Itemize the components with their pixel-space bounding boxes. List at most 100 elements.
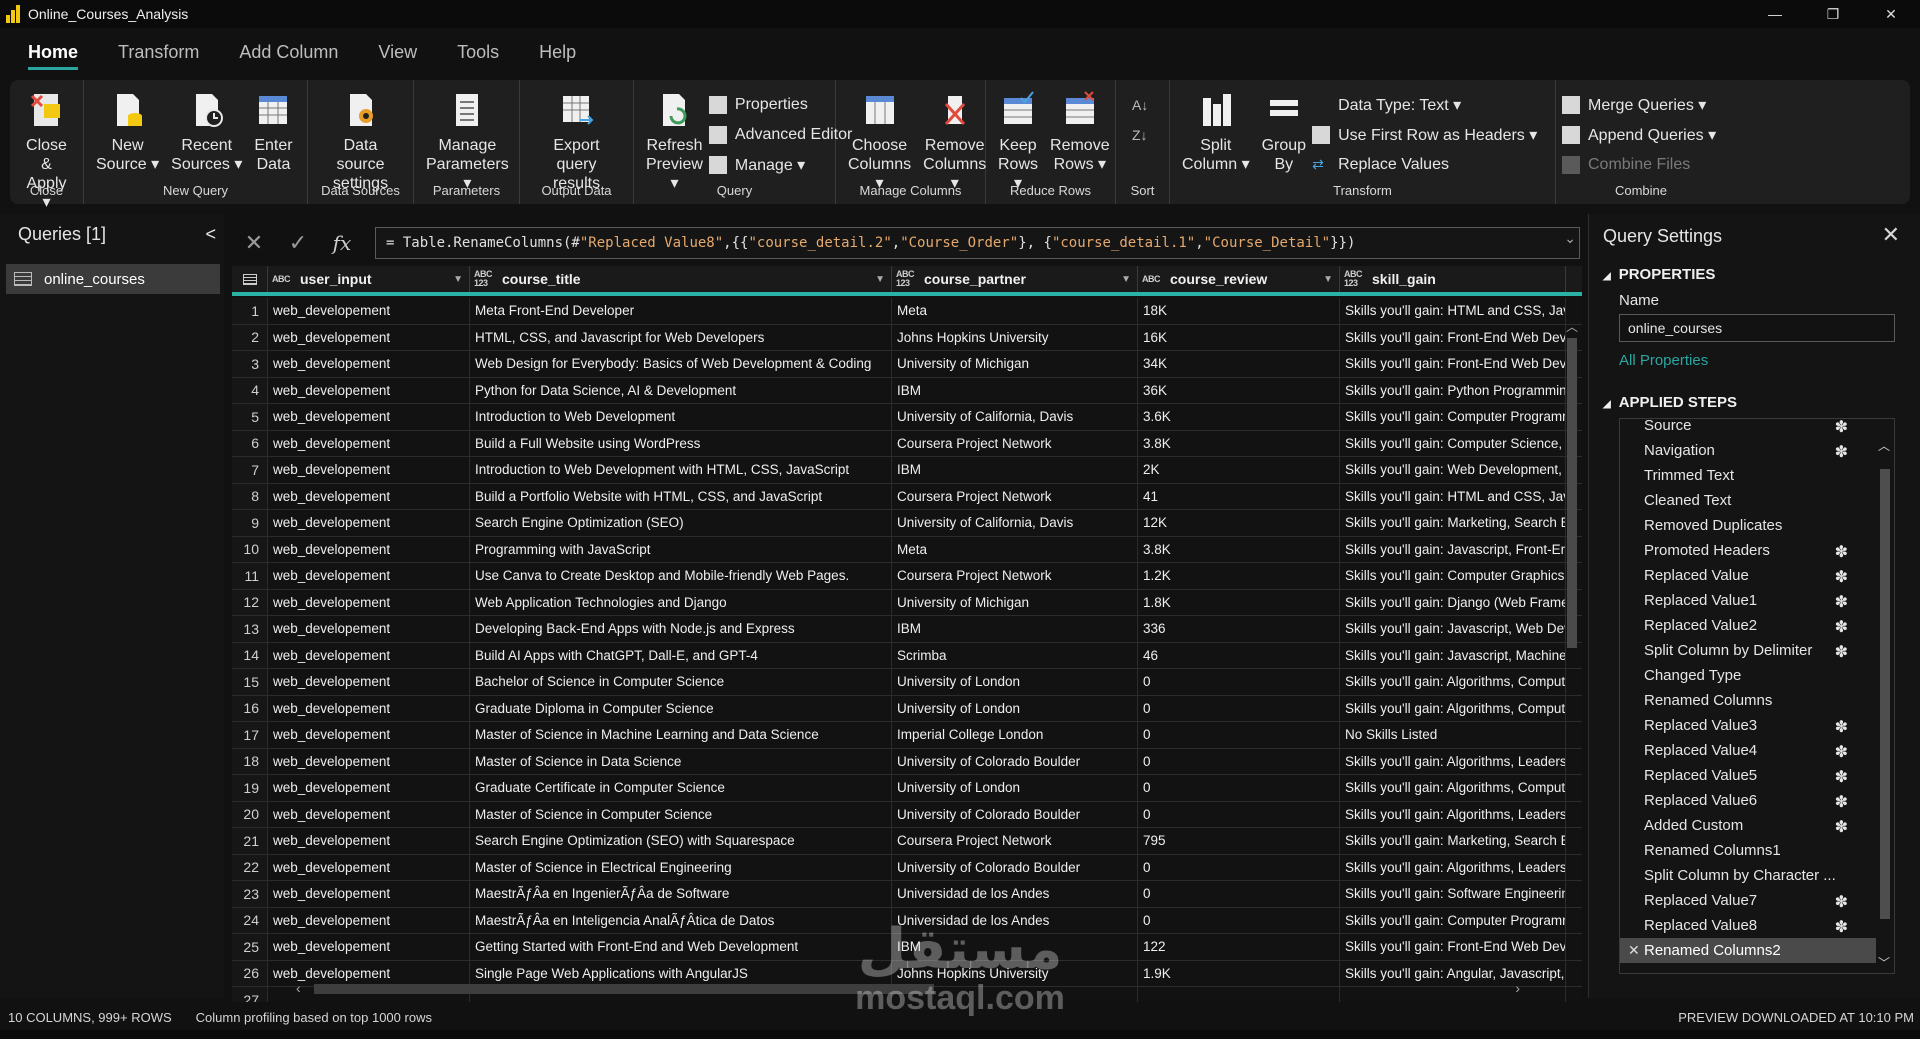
query-name-input[interactable] — [1619, 314, 1895, 342]
cell-skill-gain[interactable]: Skills you'll gain: Computer Science, Co — [1340, 430, 1566, 456]
scrollbar-thumb[interactable] — [1567, 338, 1577, 648]
cell-course-title[interactable]: Master of Science in Computer Science — [470, 801, 892, 827]
cell-course-title[interactable]: Programming with JavaScript — [470, 536, 892, 562]
applied-step[interactable]: Renamed Columns1 — [1620, 838, 1876, 863]
tab-view[interactable]: View — [364, 30, 431, 74]
applied-step[interactable]: Replaced Value7 ✽ — [1620, 888, 1876, 913]
tab-tools[interactable]: Tools — [443, 30, 513, 74]
step-settings-gear-icon[interactable]: ✽ — [1835, 642, 1848, 662]
column-profiling-status[interactable]: Column profiling based on top 1000 rows — [196, 1010, 432, 1025]
cell-course-partner[interactable]: Coursera Project Network — [892, 563, 1138, 589]
row-number[interactable]: 1 — [232, 298, 268, 324]
cell-user-input[interactable]: web_developement — [268, 695, 470, 721]
applied-step[interactable]: Replaced Value ✽ — [1620, 563, 1876, 588]
cell-user-input[interactable]: web_developement — [268, 589, 470, 615]
combine-files-button[interactable]: Combine Files — [1562, 152, 1716, 178]
cell-course-partner[interactable]: IBM — [892, 934, 1138, 960]
row-number[interactable]: 20 — [232, 801, 268, 827]
cell-course-title[interactable]: Graduate Certificate in Computer Science — [470, 775, 892, 801]
cell-course-partner[interactable]: IBM — [892, 457, 1138, 483]
cell-skill-gain[interactable]: Skills you'll gain: HTML and CSS, Javas — [1340, 298, 1566, 324]
merge-queries-button[interactable]: Merge Queries ▾ — [1562, 92, 1716, 118]
cell-skill-gain[interactable]: Skills you'll gain: Django (Web Framew — [1340, 589, 1566, 615]
row-number[interactable]: 4 — [232, 377, 268, 403]
step-settings-gear-icon[interactable]: ✽ — [1835, 892, 1848, 912]
cell-course-title[interactable]: Meta Front-End Developer — [470, 298, 892, 324]
applied-step[interactable]: Navigation ✽ — [1620, 438, 1876, 463]
cell-user-input[interactable]: web_developement — [268, 748, 470, 774]
cell-skill-gain[interactable]: Skills you'll gain: Algorithms, Comput — [1340, 669, 1566, 695]
applied-steps-heading[interactable]: ◢ APPLIED STEPS — [1603, 394, 1737, 411]
step-settings-gear-icon[interactable]: ✽ — [1835, 717, 1848, 737]
cell-skill-gain[interactable]: Skills you'll gain: Marketing, Search En — [1340, 510, 1566, 536]
cell-course-partner[interactable]: Imperial College London — [892, 722, 1138, 748]
cell-skill-gain[interactable]: Skills you'll gain: Algorithms, Leaders — [1340, 801, 1566, 827]
collapse-queries-button[interactable]: < — [205, 224, 216, 245]
cell-course-review[interactable]: 46 — [1138, 642, 1340, 668]
cell-course-review[interactable]: 0 — [1138, 881, 1340, 907]
cell-course-title[interactable]: HTML, CSS, and Javascript for Web Develo… — [470, 324, 892, 350]
cell-skill-gain[interactable]: Skills you'll gain: Javascript, Front-En… — [1340, 536, 1566, 562]
cell-course-title[interactable]: Getting Started with Front-End and Web D… — [470, 934, 892, 960]
text-type-icon[interactable]: ABC — [272, 274, 294, 284]
cell-course-title[interactable]: Python for Data Science, AI & Developmen… — [470, 377, 892, 403]
step-settings-gear-icon[interactable]: ✽ — [1835, 617, 1848, 637]
tab-add-column[interactable]: Add Column — [225, 30, 352, 74]
step-settings-gear-icon[interactable]: ✽ — [1835, 419, 1848, 437]
cell-skill-gain[interactable]: Skills you'll gain: Front-End Web Deve — [1340, 324, 1566, 350]
applied-step[interactable]: Replaced Value4 ✽ — [1620, 738, 1876, 763]
cell-skill-gain[interactable]: Skills you'll gain: Marketing, Search En — [1340, 828, 1566, 854]
any-type-icon[interactable]: ABC 123 — [474, 270, 496, 288]
applied-step[interactable]: Replaced Value3 ✽ — [1620, 713, 1876, 738]
restore-button[interactable]: ❐ — [1804, 0, 1862, 28]
column-header-skill-gain[interactable]: ABC 123 skill_gain — [1340, 266, 1566, 292]
column-header-course-title[interactable]: ABC 123 course_title ▼ — [470, 266, 892, 292]
data-type-dropdown[interactable]: Data Type: Text ▾ — [1312, 92, 1537, 118]
cell-user-input[interactable]: web_developement — [268, 510, 470, 536]
cell-course-review[interactable]: 0 — [1138, 854, 1340, 880]
cell-course-partner[interactable]: IBM — [892, 616, 1138, 642]
cell-user-input[interactable]: web_developement — [268, 669, 470, 695]
filter-dropdown-icon[interactable]: ▼ — [453, 274, 463, 285]
cell-course-review[interactable]: 3.6K — [1138, 404, 1340, 430]
cell-course-title[interactable]: Web Design for Everybody: Basics of Web … — [470, 351, 892, 377]
cell-course-review[interactable]: 0 — [1138, 748, 1340, 774]
cell-user-input[interactable]: web_developement — [268, 907, 470, 933]
scroll-left-arrow-icon[interactable]: ‹ — [296, 980, 301, 996]
cell-course-partner[interactable]: University of Colorado Boulder — [892, 854, 1138, 880]
row-number[interactable]: 16 — [232, 695, 268, 721]
cell-course-review[interactable]: 3.8K — [1138, 430, 1340, 456]
cell-skill-gain[interactable]: Skills you'll gain: Front-End Web Deve — [1340, 351, 1566, 377]
row-number[interactable]: 2 — [232, 324, 268, 350]
cell-course-partner[interactable]: Johns Hopkins University — [892, 324, 1138, 350]
applied-step[interactable]: Split Column by Delimiter ✽ — [1620, 638, 1876, 663]
applied-step[interactable]: Trimmed Text — [1620, 463, 1876, 488]
properties-button[interactable]: Properties — [708, 92, 852, 118]
column-header-course-partner[interactable]: ABC 123 course_partner ▼ — [892, 266, 1138, 292]
cell-skill-gain[interactable]: Skills you'll gain: Software Engineerin — [1340, 881, 1566, 907]
filter-dropdown-icon[interactable]: ▼ — [1323, 274, 1333, 285]
tab-help[interactable]: Help — [525, 30, 590, 74]
cell-skill-gain[interactable]: Skills you'll gain: Computer Programm — [1340, 907, 1566, 933]
row-number[interactable]: 10 — [232, 536, 268, 562]
applied-step[interactable]: Replaced Value2 ✽ — [1620, 613, 1876, 638]
sort-ascending-button[interactable]: A↓ — [1132, 92, 1148, 118]
cell-user-input[interactable]: web_developement — [268, 563, 470, 589]
step-settings-gear-icon[interactable]: ✽ — [1835, 767, 1848, 787]
applied-step[interactable]: Replaced Value5 ✽ — [1620, 763, 1876, 788]
cell-course-partner[interactable]: IBM — [892, 377, 1138, 403]
row-number[interactable]: 12 — [232, 589, 268, 615]
insert-function-button[interactable]: fx — [320, 224, 364, 262]
scroll-down-arrow-icon[interactable]: ﹀ — [1878, 954, 1890, 971]
step-settings-gear-icon[interactable]: ✽ — [1835, 742, 1848, 762]
scroll-right-arrow-icon[interactable]: › — [1515, 980, 1520, 996]
scrollbar-thumb[interactable] — [1880, 469, 1890, 919]
tab-transform[interactable]: Transform — [104, 30, 213, 74]
cell-course-review[interactable]: 41 — [1138, 483, 1340, 509]
row-number[interactable]: 8 — [232, 483, 268, 509]
applied-step[interactable]: Cleaned Text — [1620, 488, 1876, 513]
row-number[interactable]: 23 — [232, 881, 268, 907]
cell-course-review[interactable]: 2K — [1138, 457, 1340, 483]
cell-user-input[interactable]: web_developement — [268, 828, 470, 854]
cell-course-review[interactable]: 0 — [1138, 722, 1340, 748]
